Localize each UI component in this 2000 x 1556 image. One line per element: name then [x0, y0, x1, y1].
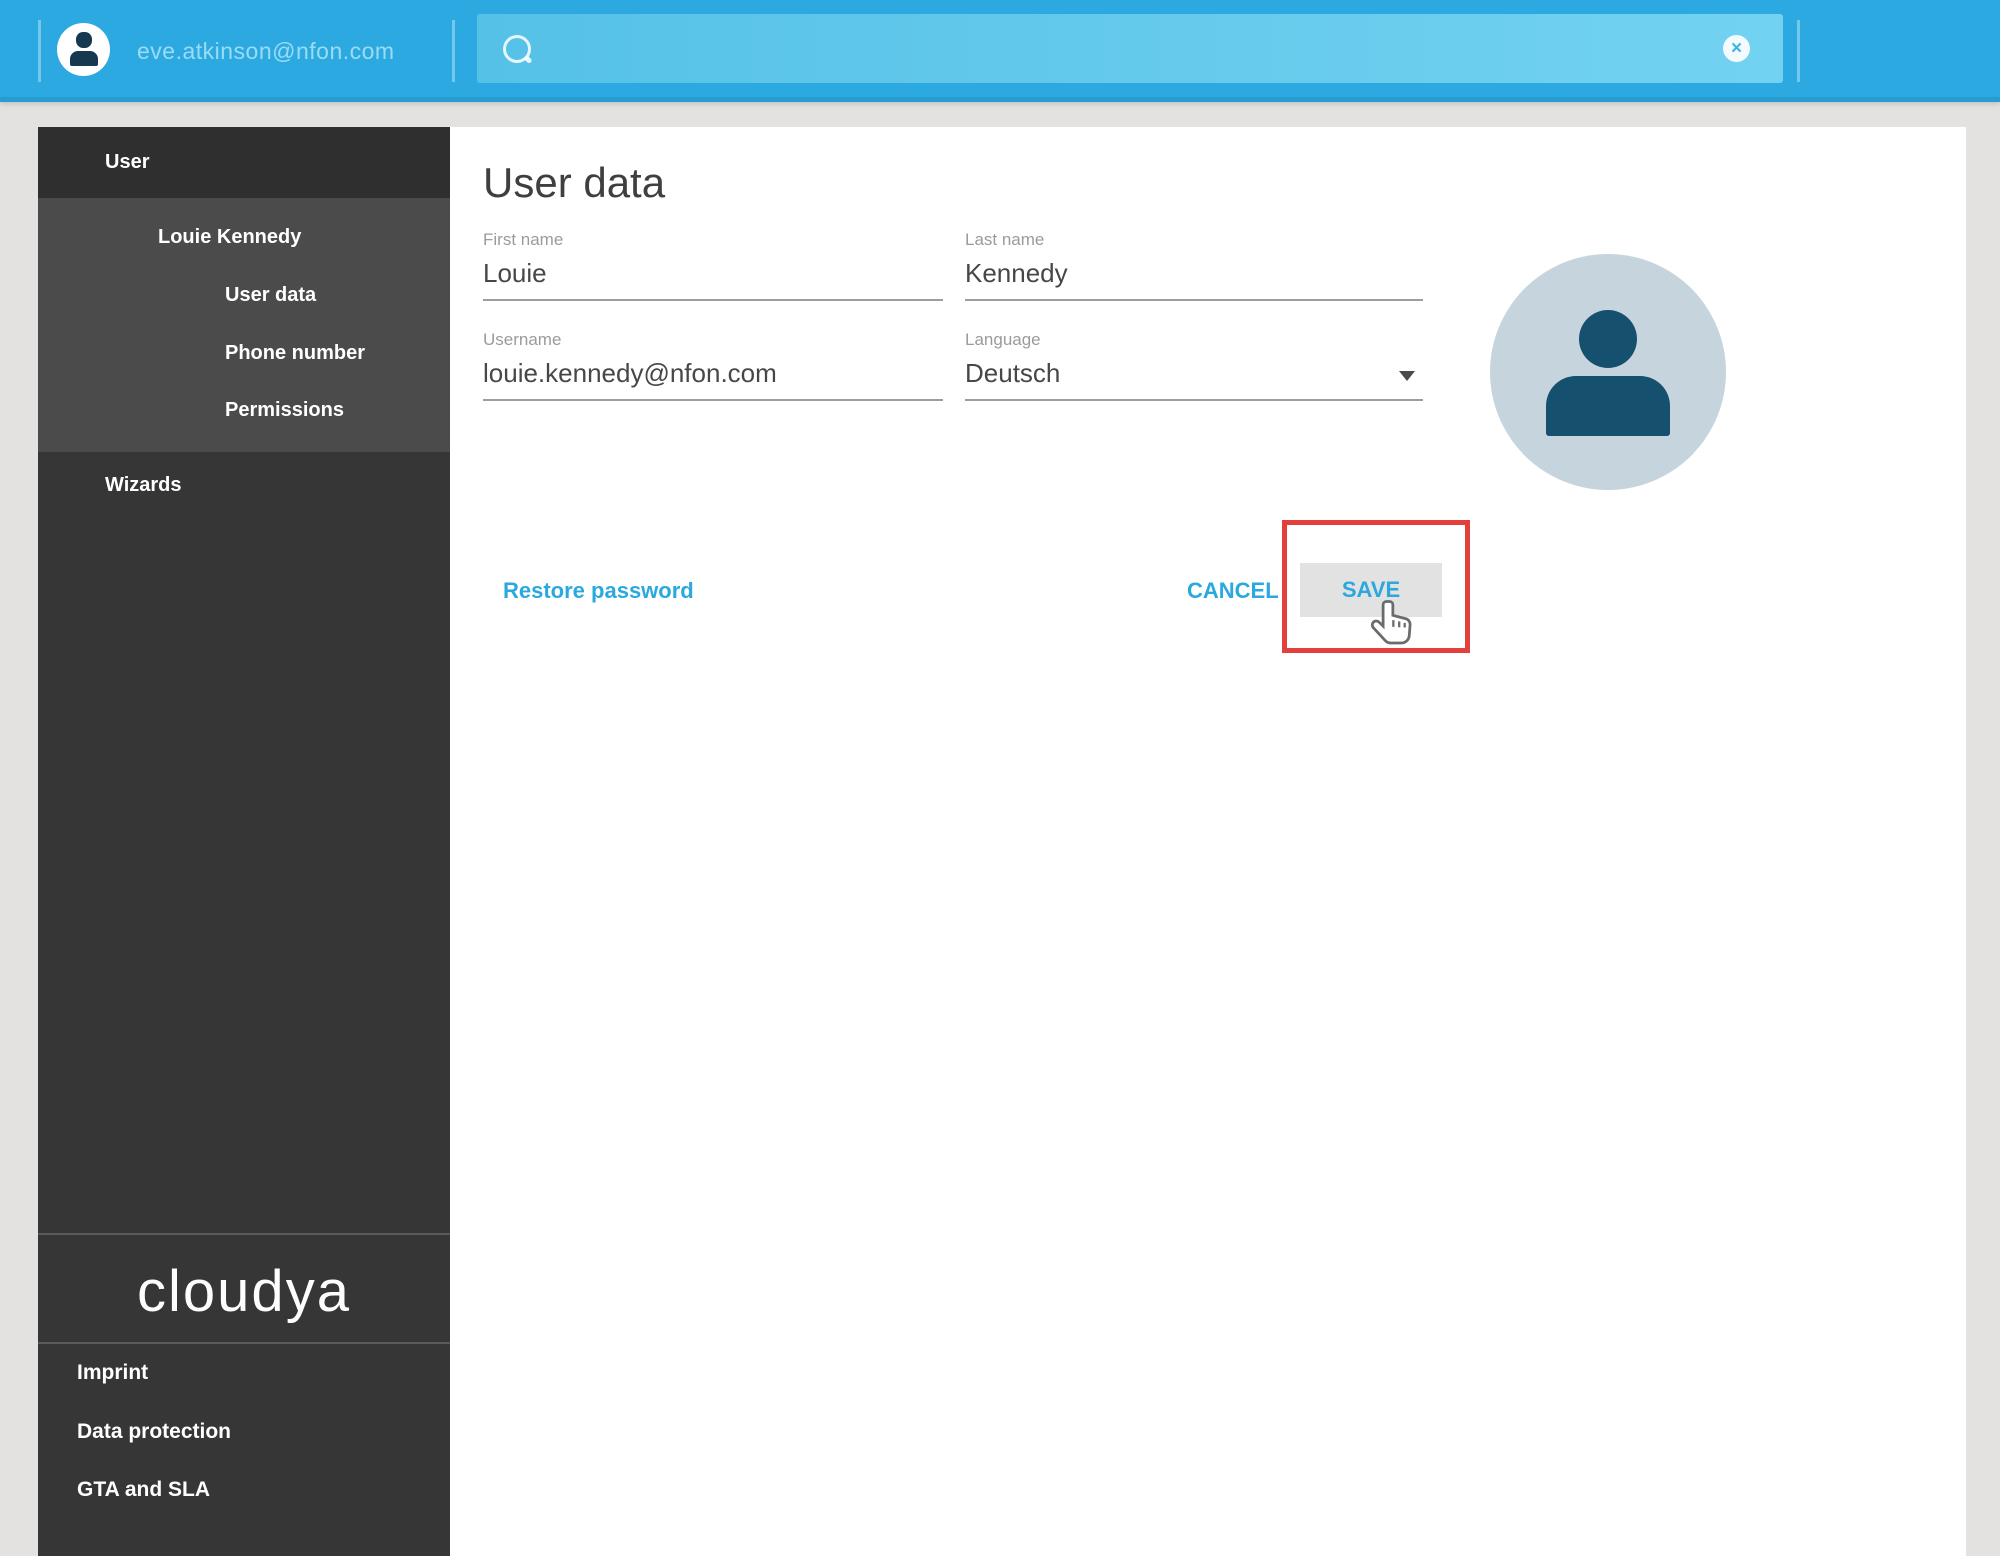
restore-password-link[interactable]: Restore password — [503, 577, 694, 605]
cancel-button[interactable]: CANCEL — [1187, 577, 1279, 605]
chevron-down-icon[interactable] — [1399, 371, 1415, 381]
first-name-field-wrap: First name — [483, 229, 943, 301]
last-name-label: Last name — [965, 230, 1045, 249]
divider — [38, 1233, 450, 1235]
account-email[interactable]: eve.atkinson@nfon.com — [137, 0, 395, 102]
search-input[interactable] — [537, 14, 1721, 85]
divider — [38, 20, 41, 82]
language-select[interactable]: Deutsch — [965, 356, 1423, 390]
first-name-input[interactable] — [483, 256, 943, 290]
username-input[interactable] — [483, 356, 943, 390]
page-title: User data — [483, 159, 666, 206]
divider — [1797, 20, 1800, 82]
sidebar-link-gta-and-sla[interactable]: GTA and SLA — [77, 1476, 210, 1504]
divider — [38, 1342, 450, 1344]
language-field-wrap: Language Deutsch — [965, 329, 1423, 401]
avatar-head-shape — [76, 32, 92, 48]
cloudya-admin-page: eve.atkinson@nfon.com × User Louie Kenne… — [0, 0, 2000, 1556]
sidebar-item-permissions[interactable]: Permissions — [225, 396, 344, 424]
sidebar-item-phone-number[interactable]: Phone number — [225, 339, 365, 367]
sidebar-item-label: User — [105, 151, 150, 173]
avatar-body-shape — [70, 51, 98, 66]
last-name-field-wrap: Last name — [965, 229, 1423, 301]
avatar-body-shape — [1546, 376, 1670, 436]
sidebar-item-user[interactable]: User — [38, 127, 450, 198]
avatar-head-shape — [1579, 310, 1637, 368]
account-avatar-icon[interactable] — [57, 23, 110, 76]
sidebar-item-louie-kennedy[interactable]: Louie Kennedy — [158, 223, 301, 251]
first-name-label: First name — [483, 230, 564, 249]
username-label: Username — [483, 330, 562, 349]
topbar: eve.atkinson@nfon.com × — [0, 0, 2000, 102]
main-content: User data First name Last name Username … — [450, 127, 1966, 1556]
sidebar-link-imprint[interactable]: Imprint — [77, 1359, 148, 1387]
search-icon — [503, 35, 531, 63]
last-name-input[interactable] — [965, 256, 1423, 290]
sidebar-item-user-data[interactable]: User data — [225, 281, 316, 309]
cloudya-logo: cloudya — [137, 1258, 351, 1324]
close-icon[interactable]: × — [1723, 35, 1750, 62]
username-field-wrap: Username — [483, 329, 943, 401]
language-label: Language — [965, 330, 1041, 349]
user-profile-avatar — [1490, 254, 1726, 490]
sidebar-item-wizards[interactable]: Wizards — [105, 471, 182, 499]
divider — [452, 20, 455, 82]
save-button[interactable]: SAVE — [1300, 563, 1442, 617]
sidebar: User Louie Kennedy User data Phone numbe… — [38, 127, 450, 1556]
search-bar[interactable]: × — [477, 14, 1783, 85]
sidebar-link-data-protection[interactable]: Data protection — [77, 1418, 231, 1446]
